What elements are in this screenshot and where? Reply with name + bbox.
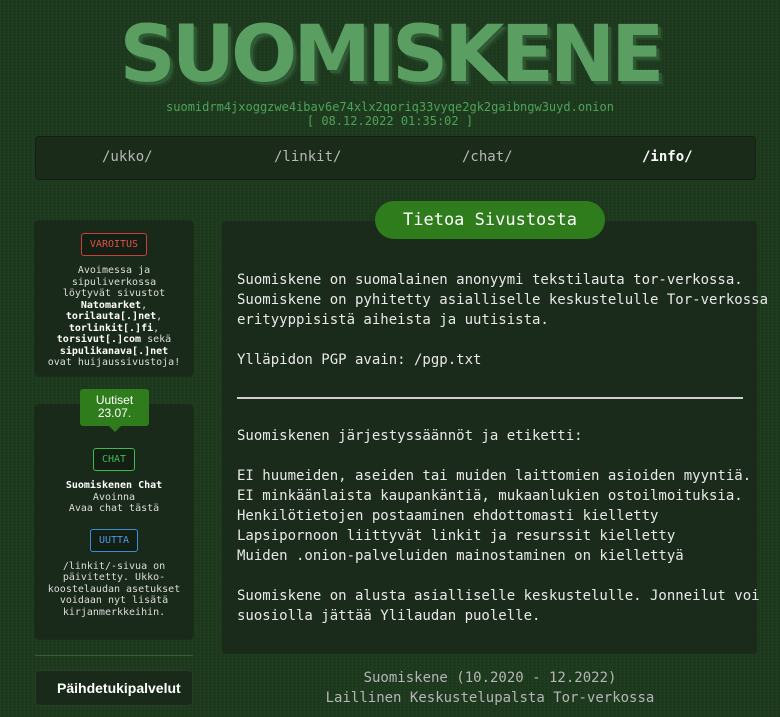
intro-line-3: erityyppisistä aiheista ja uutisista. xyxy=(237,312,549,328)
rule-item: Muiden .onion-palveluiden mainostaminen … xyxy=(237,548,684,564)
nav-link-info[interactable]: /info/ xyxy=(642,149,693,165)
new-tag: UUTTA xyxy=(89,528,139,552)
warning-panel: VAROITUS Avoimessa ja sipuliverkossa löy… xyxy=(35,221,193,376)
footer-line-2: Laillinen Keskustelupalsta Tor-verkossa xyxy=(325,690,655,706)
rule-item: EI minkäänlaista kaupankäntiä, mukaanluk… xyxy=(237,488,743,504)
news-badge-arrow xyxy=(109,426,121,432)
intro-line-2: Suomiskene on pyhitetty asialliselle kes… xyxy=(237,292,769,308)
substance-support-button[interactable]: Päihdetukipalvelut xyxy=(35,670,193,706)
rule-item: Henkilötietojen postaaminen ehdottomasti… xyxy=(237,508,659,524)
site-logo: SUOMISKENE xyxy=(119,10,665,100)
closing-line-1: Suomiskene on alusta asialliselle keskus… xyxy=(237,588,760,604)
rules-title: Suomiskenen järjestyssäännöt ja etiketti… xyxy=(237,428,583,444)
warning-tag: VAROITUS xyxy=(80,233,148,256)
page-title: Tietoa Sivustosta xyxy=(375,201,605,239)
chat-tag: CHAT xyxy=(92,448,136,471)
news-badge: Uutiset 23.07. xyxy=(80,389,149,426)
news-panel: CHAT Suomiskenen Chat Avoinna Avaa chat … xyxy=(35,405,193,639)
rule-item: EI huumeiden, aseiden tai muiden laittom… xyxy=(237,468,752,484)
closing-line-2: suosiolla jättää Ylilaudan puolelle. xyxy=(237,608,541,624)
main-navigation: /ukko/ /linkit/ /chat/ /info/ xyxy=(35,136,756,180)
chat-news-item[interactable]: Suomiskenen Chat Avoinna Avaa chat tästä xyxy=(35,480,193,515)
sidebar-divider xyxy=(35,655,193,656)
warning-text: Avoimessa ja sipuliverkossa löytyvät siv… xyxy=(47,265,181,368)
new-news-item: /linkit/-sivua on päivitetty. Ukko- koos… xyxy=(47,560,181,618)
server-datetime: [ 08.12.2022 01:35:02 ] xyxy=(306,114,474,128)
footer-line-1: Suomiskene (10.2020 - 12.2022) xyxy=(363,670,617,686)
nav-link-ukko[interactable]: /ukko/ xyxy=(102,149,153,165)
pgp-key-link[interactable]: Ylläpidon PGP avain: /pgp.txt xyxy=(237,350,481,370)
rule-item: Lapsipornoon liittyvät linkit ja resurss… xyxy=(237,528,676,544)
nav-link-linkit[interactable]: /linkit/ xyxy=(274,149,341,165)
nav-link-chat[interactable]: /chat/ xyxy=(462,149,513,165)
onion-address: suomidrm4jxoggzwe4ibav6e74xlx2qoriq33vyq… xyxy=(166,100,614,114)
content-divider xyxy=(237,397,743,399)
intro-line-1: Suomiskene on suomalainen anonyymi tekst… xyxy=(237,272,743,288)
